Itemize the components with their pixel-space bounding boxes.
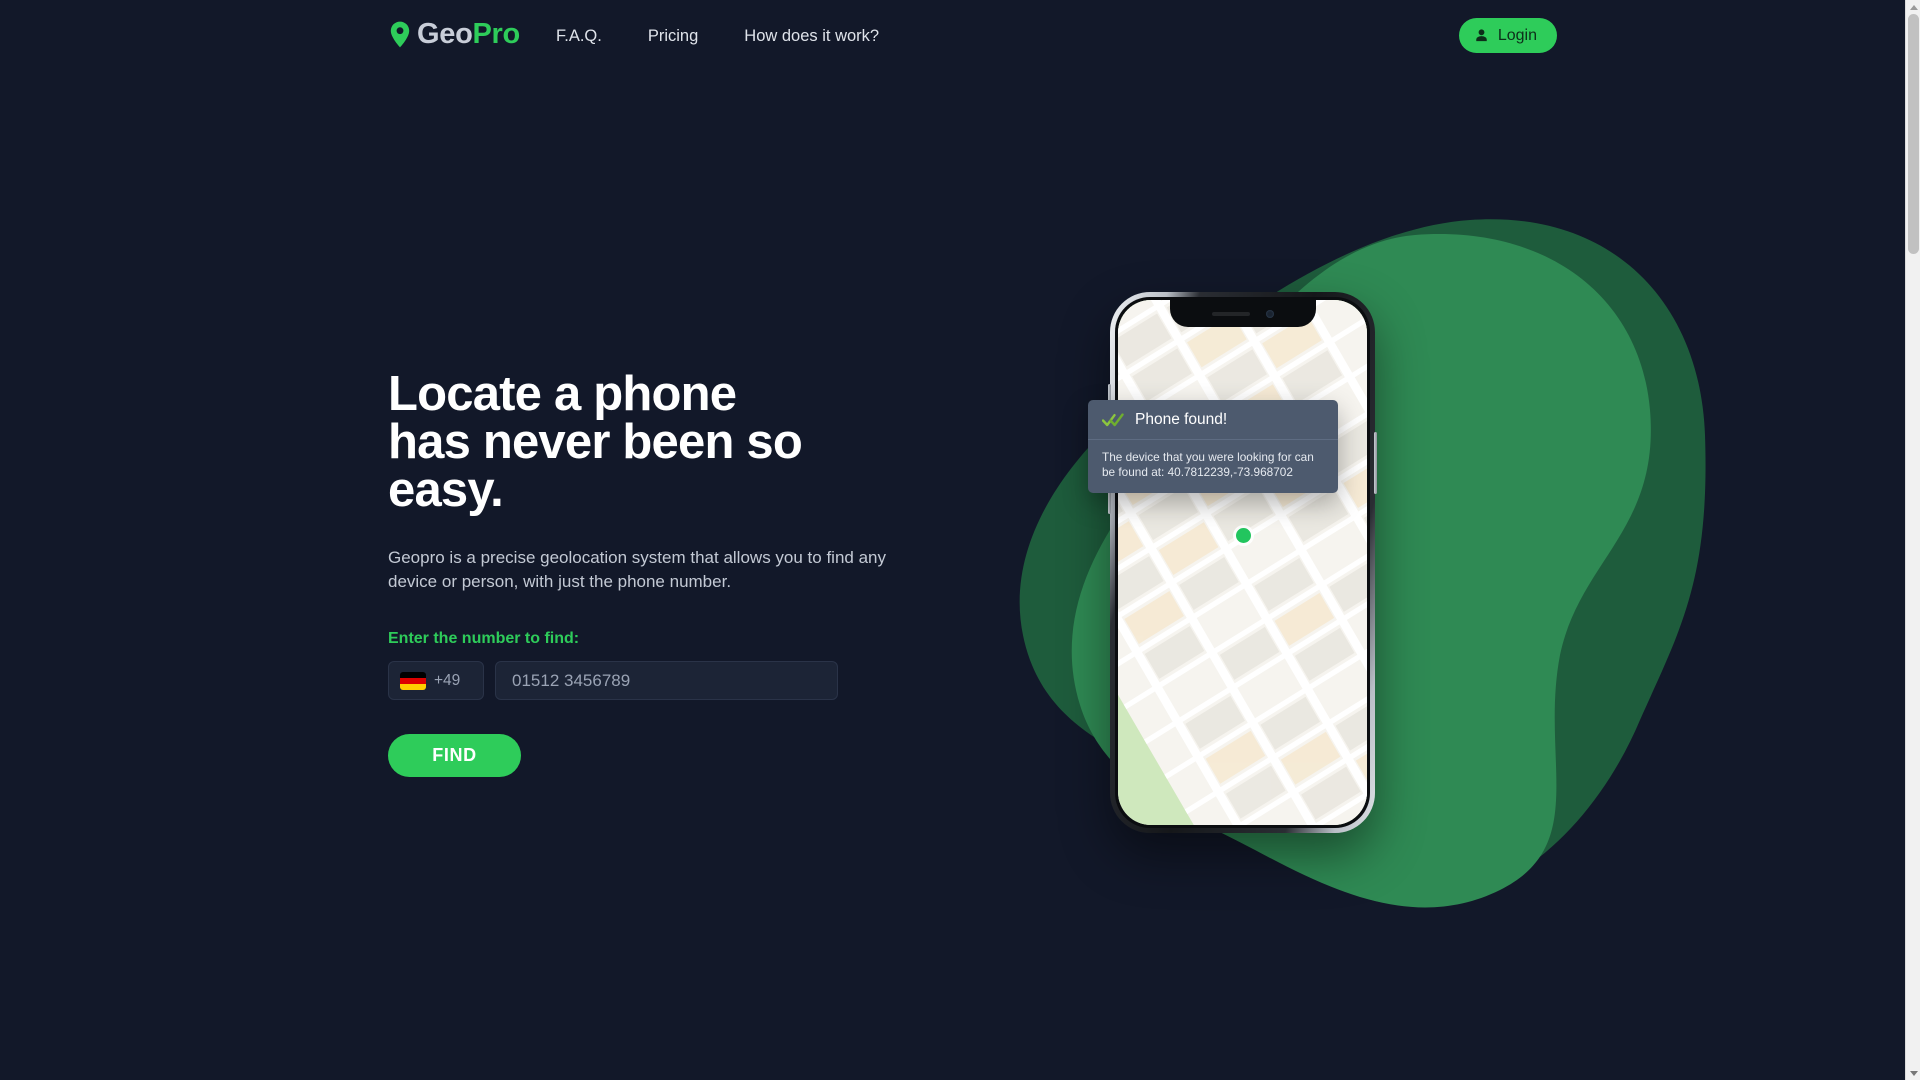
dial-code-label: +49	[434, 671, 461, 689]
person-icon	[1476, 29, 1487, 42]
notification-title: Phone found!	[1135, 411, 1228, 429]
green-location-dot	[1235, 528, 1251, 544]
main-navigation: F.A.Q. Pricing How does it work?	[556, 27, 902, 46]
page-scrollbar[interactable]	[1905, 0, 1920, 1080]
logo-text-geo: Geo	[417, 18, 473, 50]
phone-form-label: Enter the number to find:	[388, 630, 580, 647]
phone-found-notification: Phone found! The device that you were lo…	[1088, 400, 1338, 493]
speaker-grill-icon	[1211, 311, 1250, 316]
find-button[interactable]: FIND	[388, 734, 521, 777]
login-button-label: Login	[1497, 26, 1537, 44]
phone-power-button	[1374, 432, 1377, 494]
scrollbar-down-arrow-icon[interactable]	[1906, 1066, 1920, 1080]
hero-illustration: Phone found! The device that you were lo…	[1000, 200, 1710, 920]
front-camera-icon	[1265, 309, 1274, 318]
nav-item-faq[interactable]: F.A.Q.	[556, 27, 625, 46]
germany-flag-icon	[400, 671, 426, 690]
country-code-select[interactable]: +49	[388, 661, 484, 700]
logo-text: GeoPro	[417, 20, 520, 49]
map-view	[1118, 300, 1367, 825]
nav-item-pricing[interactable]: Pricing	[625, 27, 721, 46]
page-title: Locate a phone has never been so easy.	[388, 367, 803, 517]
hero-description: Geopro is a precise geolocation system t…	[388, 548, 886, 591]
login-button[interactable]: Login	[1458, 18, 1557, 53]
scrollbar-up-arrow-icon[interactable]	[1906, 0, 1920, 14]
phone-bezel	[1115, 297, 1370, 828]
phone-notch	[1169, 300, 1316, 327]
map-pin-icon	[390, 21, 410, 48]
logo[interactable]: GeoPro	[390, 20, 520, 49]
nav-item-how-does-it-work[interactable]: How does it work?	[721, 27, 902, 46]
logo-text-pro: Pro	[472, 18, 521, 50]
phone-number-input[interactable]	[495, 661, 838, 700]
double-check-icon	[1102, 413, 1124, 427]
notification-header: Phone found!	[1088, 400, 1338, 440]
page-viewport: GeoPro F.A.Q. Pricing How does it work? …	[0, 0, 1905, 1080]
notification-body: The device that you were looking for can…	[1102, 450, 1314, 479]
site-header: GeoPro F.A.Q. Pricing How does it work? …	[0, 0, 1905, 78]
phone-screen	[1118, 300, 1367, 825]
phone-form-row: +49	[388, 661, 948, 700]
scrollbar-thumb[interactable]	[1908, 14, 1919, 254]
phone-mockup	[1108, 292, 1377, 833]
hero-content: Locate a phone has never been so easy. G…	[388, 370, 948, 777]
